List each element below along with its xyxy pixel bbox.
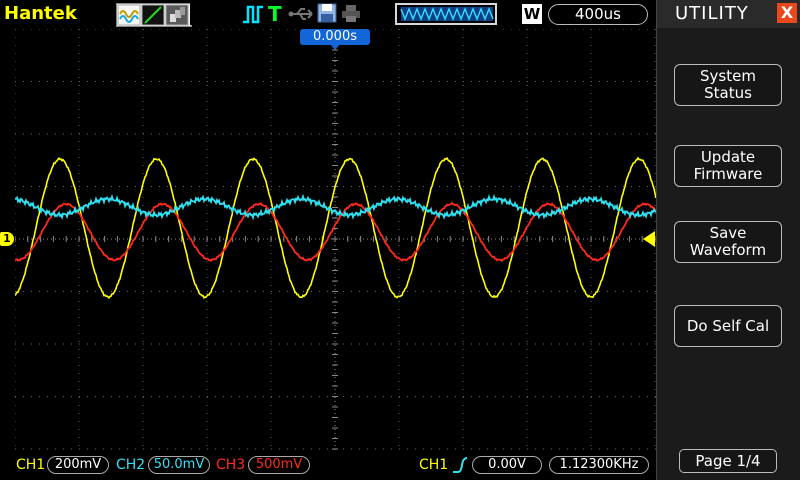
trigger-level-marker-icon[interactable]: [643, 231, 655, 247]
frequency-readout: 1.12300KHz: [549, 456, 649, 474]
update-firmware-button[interactable]: Update Firmware: [674, 145, 782, 187]
rising-edge-icon: [452, 456, 468, 478]
trigger-level-value[interactable]: 0.00V: [472, 456, 542, 474]
brand-logo: Hantek: [4, 3, 77, 24]
ch3-label: CH3: [216, 457, 246, 473]
ch3-scale[interactable]: 500mV: [248, 456, 310, 474]
do-self-cal-button[interactable]: Do Self Cal: [674, 305, 782, 347]
system-status-button[interactable]: System Status: [674, 64, 782, 106]
acquisition-mode-badge[interactable]: W: [522, 4, 542, 24]
ch1-scale[interactable]: 200mV: [47, 456, 109, 474]
ch2-label: CH2: [116, 457, 146, 473]
save-waveform-button[interactable]: Save Waveform: [674, 221, 782, 263]
status-bar: Hantek T W 400us: [0, 0, 656, 28]
display-mode-icons: [117, 4, 189, 26]
usb-icon: [288, 6, 316, 20]
memory-depth-icon: [395, 3, 497, 25]
menu-title: UTILITY: [675, 3, 749, 24]
printer-icon[interactable]: [341, 3, 361, 23]
ch1-label: CH1: [16, 457, 46, 473]
ch1-ground-marker[interactable]: 1: [0, 232, 14, 246]
trigger-position-arrow-icon: [330, 44, 340, 50]
floppy-save-icon[interactable]: [317, 3, 337, 23]
utility-menu: UTILITY X System Status Update Firmware …: [656, 0, 800, 480]
trigger-type: T: [268, 2, 282, 26]
timebase-display[interactable]: 400us: [548, 4, 648, 25]
menu-header: UTILITY X: [657, 0, 800, 28]
pulse-edge-icon: [242, 4, 264, 28]
trigger-position-label[interactable]: 0.000s: [300, 29, 370, 45]
trigger-source-label: CH1: [419, 457, 449, 473]
close-icon[interactable]: X: [777, 3, 797, 23]
display-mode-group[interactable]: [116, 3, 192, 27]
ch2-scale[interactable]: 50.0mV: [148, 456, 210, 474]
waveform-display[interactable]: [15, 29, 656, 451]
page-indicator-button[interactable]: Page 1/4: [679, 449, 777, 473]
run-stop-indicator[interactable]: [190, 3, 240, 25]
channel-info-bar: CH1 200mV CH2 50.0mV CH3 500mV CH1 0.00V…: [0, 451, 656, 480]
